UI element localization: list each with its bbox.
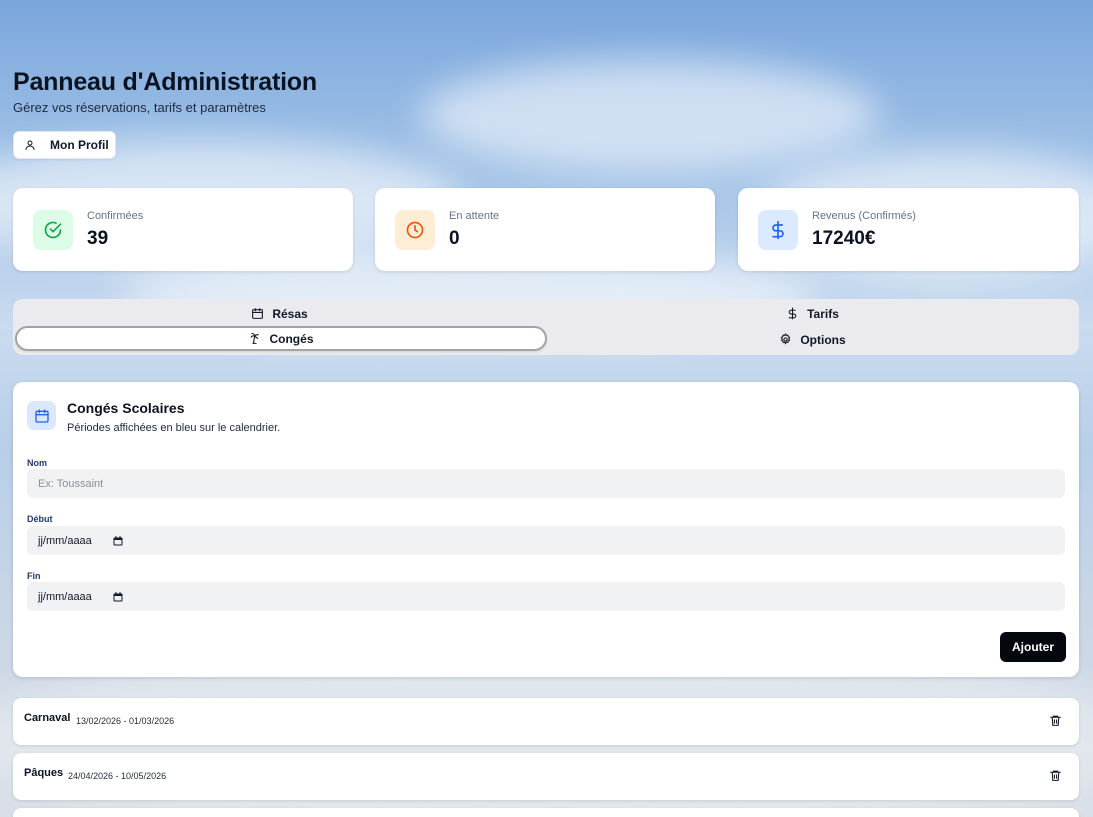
stat-label: Revenus (Confirmés)	[812, 210, 916, 222]
calendar-icon	[251, 307, 264, 320]
card-title: Congés Scolaires	[67, 400, 185, 416]
holiday-dates: 13/02/2026 - 01/03/2026	[76, 716, 175, 726]
dollar-icon	[758, 210, 798, 250]
calendar-icon[interactable]	[112, 535, 124, 547]
tab-reservations[interactable]: Résas	[13, 301, 546, 326]
tab-conges[interactable]: Congés	[15, 326, 547, 351]
stat-label: Confirmées	[87, 210, 144, 222]
add-holiday-button[interactable]: Ajouter	[1000, 632, 1066, 662]
start-label: Début	[27, 514, 53, 524]
end-date-value: jj/mm/aaaa	[38, 590, 92, 603]
holiday-list-item: Carnaval 13/02/2026 - 01/03/2026	[13, 698, 1079, 745]
holiday-name: Pâques	[24, 767, 64, 779]
holiday-dates: 24/04/2026 - 10/05/2026	[68, 771, 167, 781]
school-holidays-card: Congés Scolaires Périodes affichées en b…	[13, 382, 1079, 677]
trash-icon[interactable]	[1049, 714, 1062, 727]
user-icon	[24, 139, 36, 151]
start-date-input[interactable]: jj/mm/aaaa	[27, 526, 1065, 555]
tab-label: Congés	[269, 331, 314, 346]
profile-button[interactable]: Mon Profil	[13, 131, 116, 159]
stat-value: 0	[449, 228, 460, 249]
stat-value: 17240€	[812, 228, 876, 249]
gear-icon	[779, 333, 792, 346]
name-label: Nom	[27, 458, 47, 468]
stat-card-confirmed: Confirmées 39	[13, 188, 353, 271]
end-label: Fin	[27, 571, 41, 581]
profile-button-label: Mon Profil	[50, 138, 109, 152]
start-date-value: jj/mm/aaaa	[38, 534, 92, 547]
stat-card-revenue: Revenus (Confirmés) 17240€	[738, 188, 1079, 271]
stat-card-pending: En attente 0	[375, 188, 715, 271]
tab-label: Options	[800, 332, 846, 347]
tab-tarifs[interactable]: Tarifs	[546, 301, 1079, 326]
holiday-name: Carnaval	[24, 712, 71, 724]
end-date-input[interactable]: jj/mm/aaaa	[27, 582, 1065, 611]
clock-icon	[395, 210, 435, 250]
card-description: Périodes affichées en bleu sur le calend…	[67, 422, 281, 434]
tab-options[interactable]: Options	[546, 327, 1079, 352]
trash-icon[interactable]	[1049, 769, 1062, 782]
holiday-list-item: Pâques 24/04/2026 - 10/05/2026	[13, 753, 1079, 800]
tab-label: Résas	[272, 306, 308, 321]
holiday-list-item-partial	[13, 808, 1079, 817]
page-title: Panneau d'Administration	[13, 68, 317, 96]
stat-value: 39	[87, 228, 109, 249]
calendar-icon	[27, 401, 56, 430]
tab-label: Tarifs	[807, 306, 839, 321]
name-placeholder: Ex: Toussaint	[38, 477, 104, 490]
dollar-icon	[786, 307, 799, 320]
page-subtitle: Gérez vos réservations, tarifs et paramè…	[13, 100, 266, 115]
check-circle-icon	[33, 210, 73, 250]
tab-bar: Résas Tarifs Congés Options	[13, 299, 1079, 355]
palm-tree-icon	[248, 332, 261, 345]
name-input[interactable]: Ex: Toussaint	[27, 469, 1065, 498]
stat-label: En attente	[449, 210, 500, 222]
calendar-icon[interactable]	[112, 591, 124, 603]
